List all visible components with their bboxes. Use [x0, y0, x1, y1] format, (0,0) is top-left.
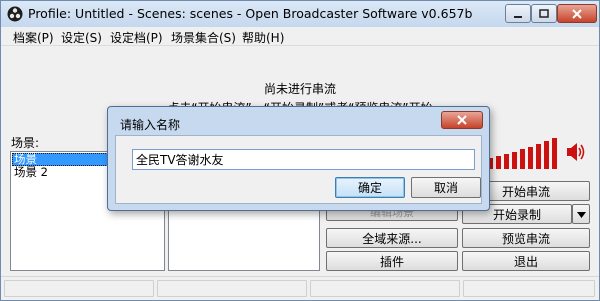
status-segment: [4, 280, 154, 297]
minimize-button[interactable]: [505, 4, 531, 23]
window-title: Profile: Untitled - Scenes: scenes - Ope…: [28, 6, 473, 21]
status-bar: [1, 276, 599, 300]
close-icon: [572, 8, 582, 19]
menu-help[interactable]: 帮助(H): [242, 29, 284, 46]
volume-bar: [544, 141, 549, 169]
ok-button[interactable]: 确定: [335, 177, 405, 198]
chevron-down-icon: [576, 211, 586, 218]
close-icon: [457, 115, 467, 125]
dialog-body: 确定 取消: [115, 135, 482, 204]
title-bar[interactable]: Profile: Untitled - Scenes: scenes - Ope…: [1, 1, 599, 27]
maximize-icon: [539, 8, 549, 18]
global-sources-button[interactable]: 全域来源...: [326, 228, 458, 248]
dialog-title: 请输入名称: [120, 118, 181, 132]
preview-stream-button[interactable]: 预览串流: [462, 228, 590, 248]
menu-profiles[interactable]: 设定档(P): [110, 29, 163, 46]
stream-status: 尚未进行串流: [263, 82, 336, 96]
exit-button[interactable]: 退出: [462, 251, 590, 271]
record-options-dropdown[interactable]: [572, 204, 590, 224]
cancel-button[interactable]: 取消: [411, 177, 481, 198]
dialog-close-button[interactable]: [441, 111, 483, 129]
close-button[interactable]: [557, 4, 597, 23]
menu-profile[interactable]: 档案(P): [13, 29, 54, 46]
volume-bar: [512, 152, 517, 169]
scenes-label: 场景:: [11, 136, 40, 150]
volume-bar: [520, 149, 525, 169]
minimize-icon: [514, 15, 522, 18]
volume-bar: [528, 147, 533, 169]
volume-bar: [552, 138, 557, 169]
name-input[interactable]: [132, 149, 475, 170]
volume-bar: [504, 154, 509, 169]
menu-settings[interactable]: 设定(S): [61, 29, 102, 46]
menu-scene-collection[interactable]: 场景集合(S): [171, 29, 236, 46]
volume-bar: [536, 144, 541, 169]
obs-logo-icon: [7, 6, 23, 22]
menu-bar: 档案(P) 设定(S) 设定档(P) 场景集合(S) 帮助(H): [1, 27, 599, 46]
volume-meter[interactable]: [486, 137, 564, 169]
maximize-button[interactable]: [531, 4, 557, 23]
name-input-dialog: 请输入名称 确定 取消: [107, 106, 490, 211]
status-segment: [463, 280, 595, 297]
plugins-button[interactable]: 插件: [326, 251, 458, 271]
status-segment: [157, 280, 307, 297]
volume-bar: [496, 156, 501, 169]
status-segment: [310, 280, 460, 297]
speaker-icon[interactable]: [566, 141, 586, 163]
